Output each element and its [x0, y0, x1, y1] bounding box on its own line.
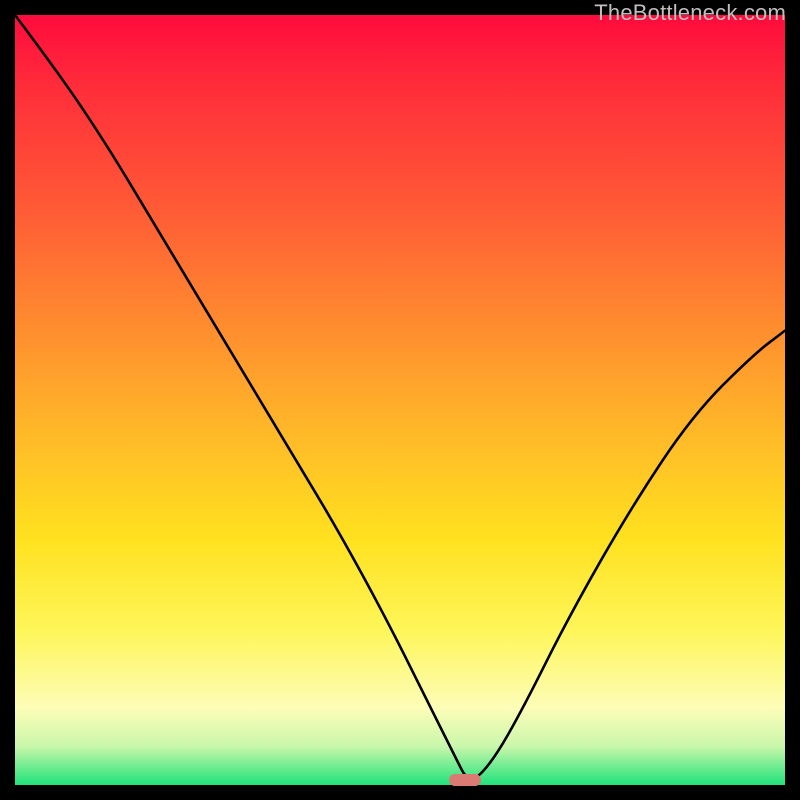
plot-area: [15, 15, 785, 785]
bottleneck-curve: [15, 15, 785, 785]
watermark-text: TheBottleneck.com: [594, 0, 786, 26]
bottleneck-marker: [449, 774, 481, 786]
chart-frame: TheBottleneck.com: [0, 0, 800, 800]
